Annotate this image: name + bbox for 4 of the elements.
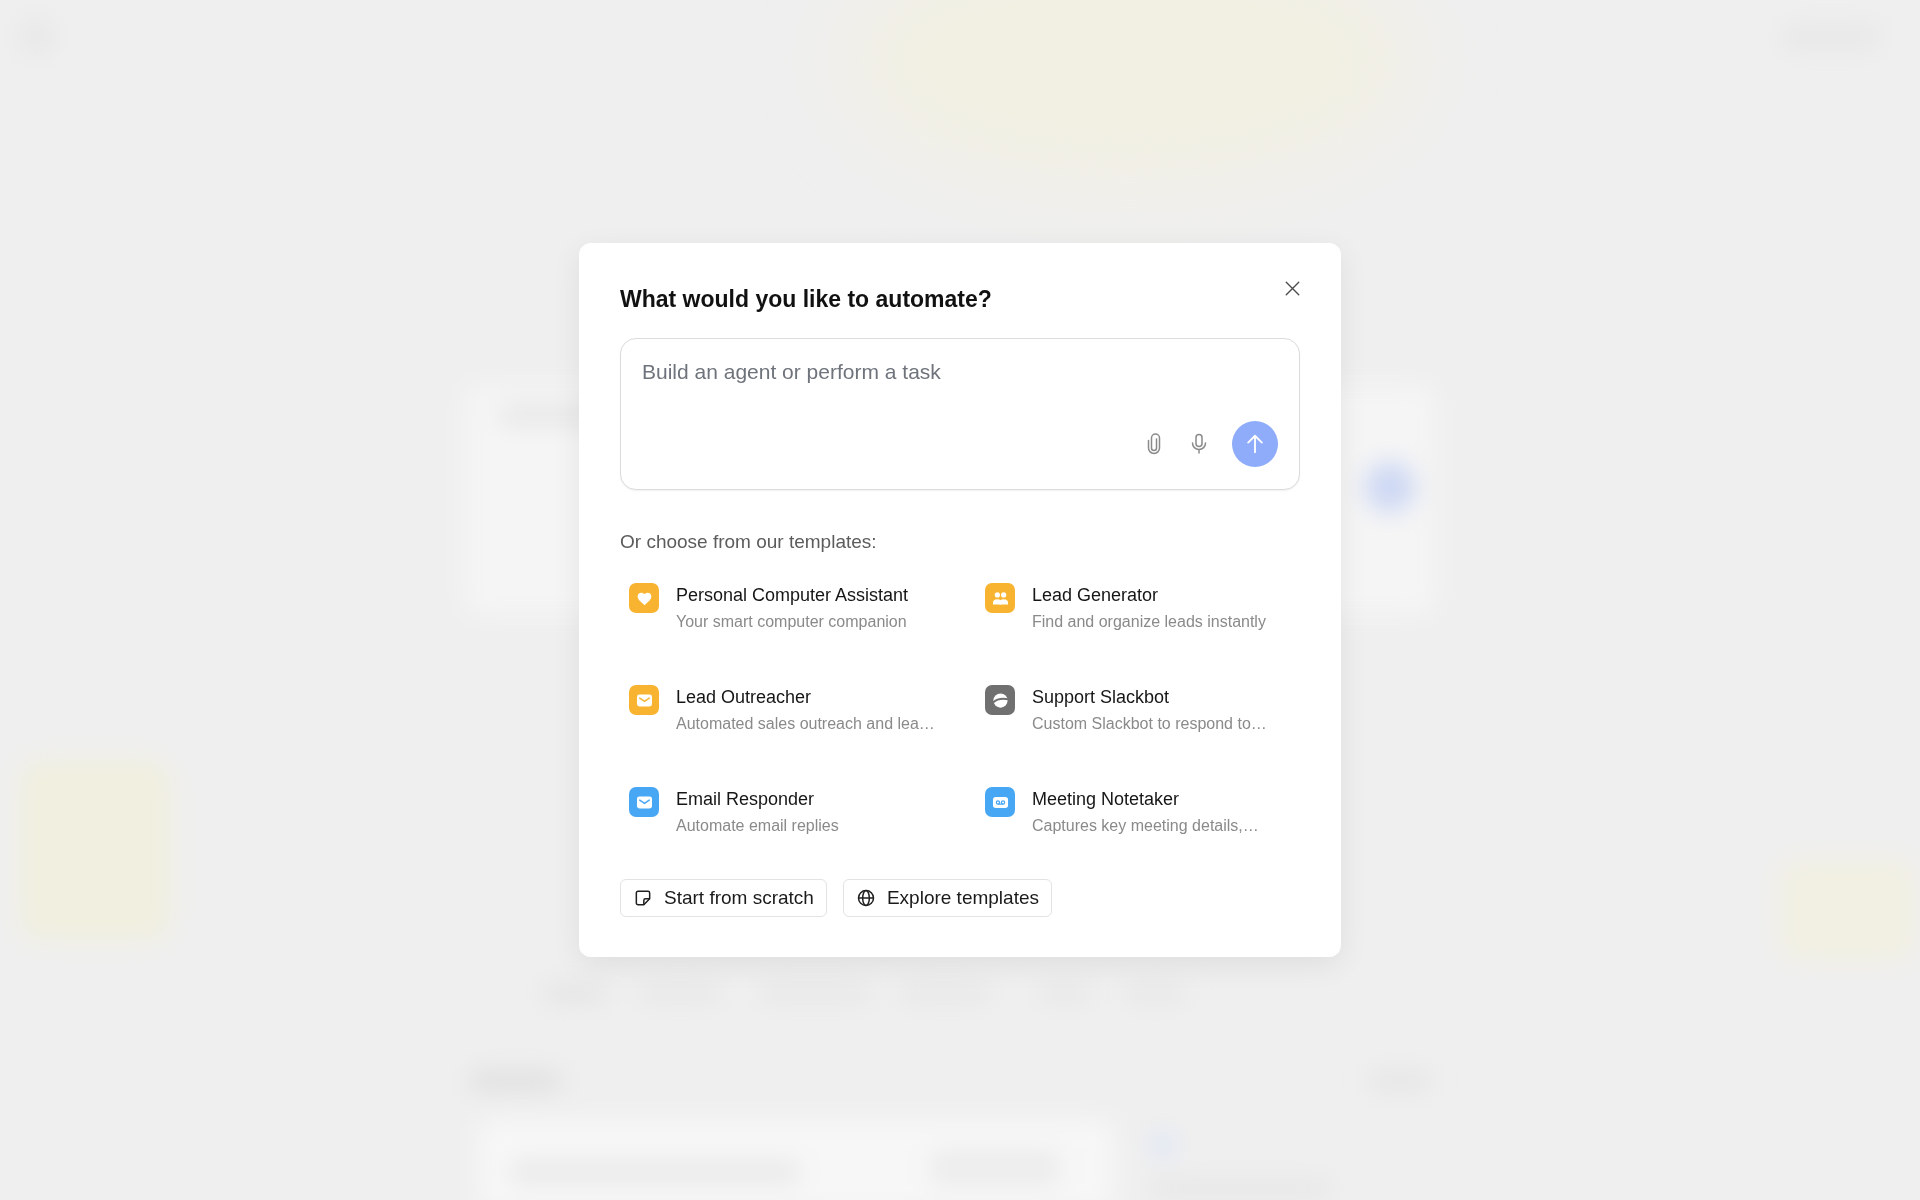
arrow-up-icon: [1244, 433, 1266, 455]
close-icon[interactable]: [1285, 281, 1300, 296]
dialog-title: What would you like to automate?: [620, 285, 992, 314]
prompt-input-field[interactable]: Build an agent or perform a task: [620, 338, 1300, 490]
